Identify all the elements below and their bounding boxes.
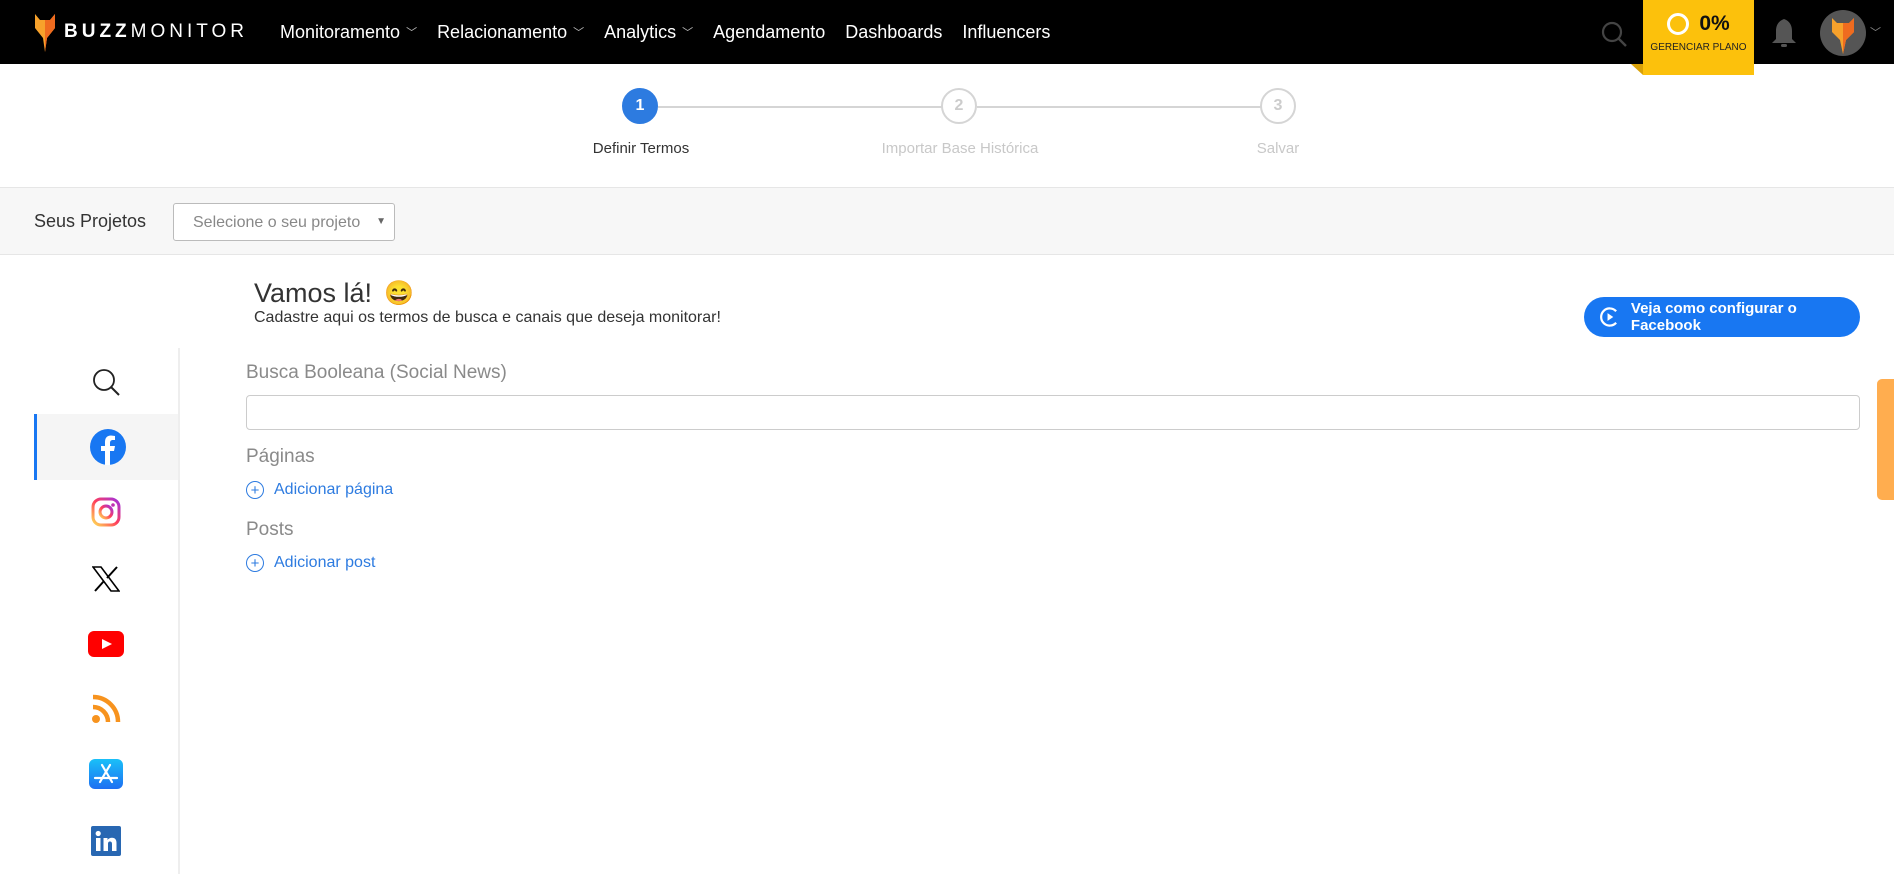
facebook-tutorial-button[interactable]: Veja como configurar o Facebook <box>1584 297 1860 337</box>
nav-analytics[interactable]: Analytics ﹀ <box>604 22 693 43</box>
plan-label: GERENCIAR PLANO <box>1650 42 1747 53</box>
app-store-icon <box>89 759 123 789</box>
sidebar-divider <box>178 348 180 874</box>
youtube-icon <box>88 631 124 657</box>
progress-ring-icon <box>1667 13 1690 35</box>
user-avatar[interactable] <box>1820 10 1866 56</box>
play-circle-icon <box>1600 307 1617 327</box>
brand-name: BUZZMONITOR <box>64 21 249 42</box>
grinning-emoji-icon: 😄 <box>384 280 414 307</box>
caret-down-icon: ▼ <box>376 216 386 227</box>
sidebar-item-instagram[interactable] <box>34 479 178 545</box>
projects-label: Seus Projetos <box>34 211 147 231</box>
add-page-link[interactable]: + Adicionar página <box>246 481 393 499</box>
chevron-down-icon[interactable]: ﹀ <box>1870 24 1881 40</box>
rss-icon <box>92 694 121 723</box>
boolean-search-input[interactable] <box>246 395 1860 430</box>
facebook-icon <box>89 429 126 465</box>
plan-usage-percent: 0% <box>1699 12 1730 35</box>
step-1-circle[interactable]: 1 <box>622 88 658 124</box>
linkedin-icon <box>91 826 121 856</box>
bell-icon[interactable] <box>1771 17 1797 49</box>
sidebar-item-linkedin[interactable] <box>34 808 178 874</box>
search-icon[interactable] <box>1600 20 1628 48</box>
instagram-icon <box>91 497 121 527</box>
step-connector <box>977 106 1278 108</box>
nav-relacionamento[interactable]: Relacionamento ﹀ <box>437 22 584 43</box>
page-title: Vamos lá! <box>254 278 373 308</box>
buzzmonitor-logo[interactable]: BUZZMONITOR <box>34 12 248 52</box>
plus-circle-icon: + <box>246 554 264 572</box>
sidebar-item-rss[interactable] <box>34 676 178 742</box>
sidebar-item-youtube[interactable] <box>34 611 178 677</box>
posts-label: Posts <box>246 519 294 540</box>
nav-dashboards[interactable]: Dashboards <box>845 22 942 43</box>
pages-label: Páginas <box>246 446 315 467</box>
step-3-circle[interactable]: 3 <box>1260 88 1296 124</box>
manage-plan-button[interactable]: 0% GERENCIAR PLANO <box>1643 0 1754 75</box>
sidebar-item-x[interactable] <box>34 546 178 612</box>
sidebar-item-search[interactable] <box>34 349 178 415</box>
plan-tab-fold <box>1631 64 1643 75</box>
project-select[interactable]: Selecione o seu projeto ▼ <box>173 203 395 241</box>
feedback-side-tab[interactable] <box>1877 379 1894 500</box>
chevron-down-icon: ﹀ <box>682 27 694 39</box>
boolean-search-label: Busca Booleana (Social News) <box>246 362 507 383</box>
chevron-down-icon: ﹀ <box>406 27 418 39</box>
step-2-circle[interactable]: 2 <box>941 88 977 124</box>
nav-monitoramento[interactable]: Monitoramento ﹀ <box>280 22 417 43</box>
nav-agendamento[interactable]: Agendamento <box>713 22 825 43</box>
step-1-label: Definir Termos <box>592 140 690 157</box>
x-twitter-icon <box>92 566 120 592</box>
nav-influencers[interactable]: Influencers <box>962 22 1050 43</box>
page-subtitle: Cadastre aqui os termos de busca e canai… <box>254 309 721 326</box>
add-post-link[interactable]: + Adicionar post <box>246 554 375 572</box>
top-navbar: BUZZMONITOR Monitoramento ﹀ Relacionament… <box>0 0 1894 64</box>
step-connector <box>658 106 959 108</box>
search-icon <box>93 369 120 396</box>
step-2-label: Importar Base Histórica <box>881 140 1039 157</box>
main-nav: Monitoramento ﹀ Relacionamento ﹀ Analytics… <box>280 0 1050 64</box>
step-3-label: Salvar <box>1256 140 1300 157</box>
sidebar-item-facebook[interactable] <box>34 414 178 480</box>
fox-avatar-icon <box>1832 18 1854 54</box>
sidebar-item-app-store[interactable] <box>34 741 178 807</box>
chevron-down-icon: ﹀ <box>573 27 585 39</box>
plus-circle-icon: + <box>246 481 264 499</box>
fox-logo-icon <box>35 14 55 52</box>
